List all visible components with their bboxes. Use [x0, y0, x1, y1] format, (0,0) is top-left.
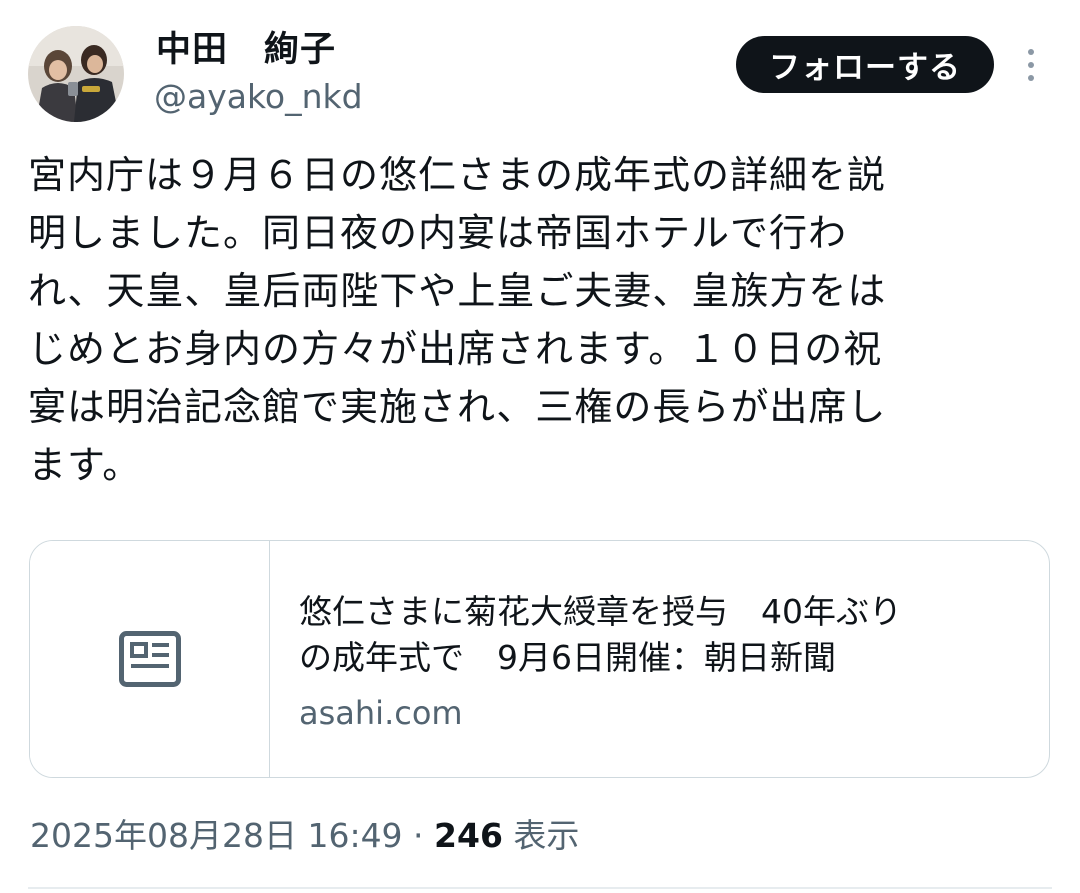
tweet-timestamp[interactable]: 2025年08月28日 16:49	[30, 816, 403, 855]
link-card-domain: asahi.com	[299, 694, 463, 732]
views-label: 表示	[502, 816, 580, 855]
more-vertical-icon[interactable]	[1016, 44, 1046, 86]
views-count: 246	[434, 816, 503, 855]
author-display-name[interactable]: 中田 絢子	[156, 28, 336, 72]
follow-button[interactable]: フォローする	[736, 36, 994, 93]
newspaper-icon	[119, 631, 181, 687]
divider	[28, 887, 1052, 889]
tweet-text: 宮内庁は９月６日の悠仁さまの成年式の詳細を説 明しました。同日夜の内宴は帝国ホテ…	[28, 153, 887, 487]
author-handle[interactable]: @ayako_nkd	[154, 76, 363, 118]
link-card-thumbnail	[30, 541, 270, 777]
link-card-title[interactable]: 悠仁さまに菊花大綬章を授与 40年ぶり の成年式で 9月6日開催：朝日新聞	[299, 589, 1019, 681]
tweet-meta: 2025年08月28日 16:49 · 246 表示	[30, 815, 579, 857]
avatar[interactable]	[28, 26, 124, 122]
meta-separator: ·	[402, 816, 435, 855]
link-card[interactable]: 悠仁さまに菊花大綬章を授与 40年ぶり の成年式で 9月6日開催：朝日新聞 as…	[29, 540, 1050, 778]
